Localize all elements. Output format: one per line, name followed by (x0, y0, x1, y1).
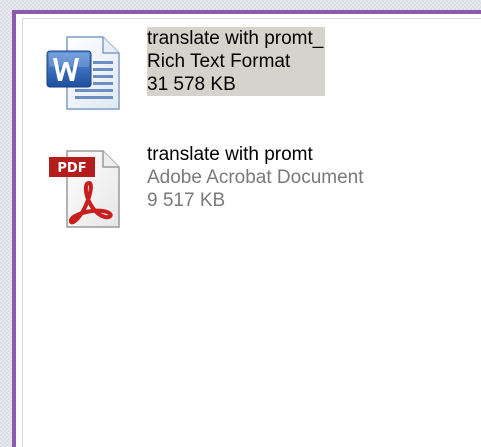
file-name: translate with promt_ (147, 28, 324, 49)
file-type: Adobe Acrobat Document (147, 167, 364, 188)
file-item-rtf[interactable]: translate with promt_ Rich Text Format 3… (23, 27, 463, 137)
pdf-document-icon[interactable]: PDF (41, 147, 125, 231)
file-size: 31 578 KB (147, 74, 236, 95)
file-size: 9 517 KB (147, 190, 226, 211)
file-details-rtf: translate with promt_ Rich Text Format 3… (147, 27, 326, 96)
explorer-window: translate with promt_ Rich Text Format 3… (12, 10, 481, 447)
file-details-pdf: translate with promt Adobe Acrobat Docum… (147, 143, 366, 212)
file-list-pane[interactable]: translate with promt_ Rich Text Format 3… (22, 18, 481, 447)
file-name: translate with promt (147, 144, 313, 165)
file-item-pdf[interactable]: PDF translate with promt Adobe Acrobat D… (23, 143, 463, 253)
word-document-icon[interactable] (41, 31, 125, 115)
file-type: Rich Text Format (147, 51, 291, 72)
svg-text:PDF: PDF (57, 161, 86, 176)
